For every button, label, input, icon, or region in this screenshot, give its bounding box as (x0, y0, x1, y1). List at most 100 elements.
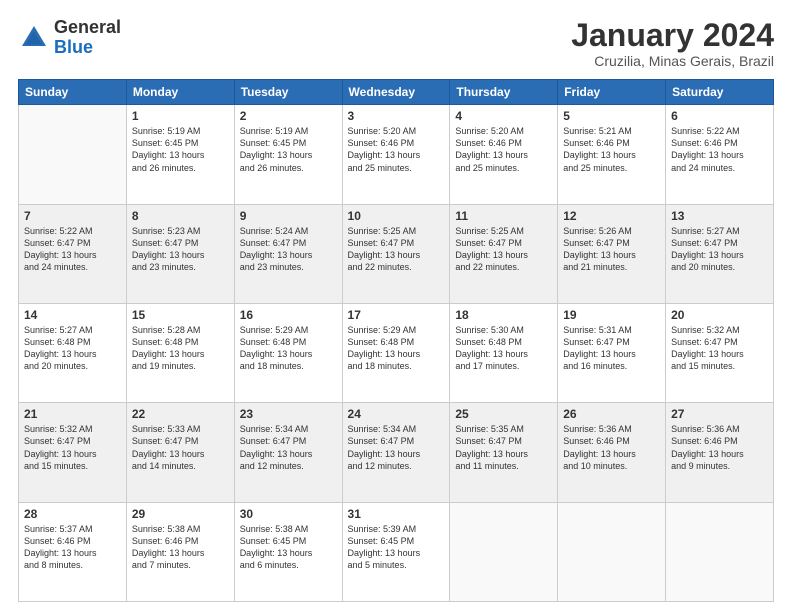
cell-content: Sunrise: 5:23 AMSunset: 6:47 PMDaylight:… (132, 225, 229, 274)
month-title: January 2024 (571, 18, 774, 53)
day-number: 5 (563, 109, 660, 123)
day-number: 28 (24, 507, 121, 521)
cell-content: Sunrise: 5:25 AMSunset: 6:47 PMDaylight:… (455, 225, 552, 274)
day-number: 6 (671, 109, 768, 123)
logo: General Blue (18, 18, 121, 58)
day-number: 10 (348, 209, 445, 223)
calendar-cell-w1-d2: 2 Sunrise: 5:19 AMSunset: 6:45 PMDaylight… (234, 105, 342, 204)
cell-content: Sunrise: 5:26 AMSunset: 6:47 PMDaylight:… (563, 225, 660, 274)
logo-general-text: General (54, 18, 121, 38)
logo-icon (18, 22, 50, 54)
day-number: 27 (671, 407, 768, 421)
cell-content: Sunrise: 5:38 AMSunset: 6:46 PMDaylight:… (132, 523, 229, 572)
weekday-header-row: Sunday Monday Tuesday Wednesday Thursday… (19, 80, 774, 105)
header-monday: Monday (126, 80, 234, 105)
cell-content: Sunrise: 5:30 AMSunset: 6:48 PMDaylight:… (455, 324, 552, 373)
day-number: 12 (563, 209, 660, 223)
cell-content: Sunrise: 5:28 AMSunset: 6:48 PMDaylight:… (132, 324, 229, 373)
calendar-cell-w1-d1: 1Sunrise: 5:19 AMSunset: 6:45 PMDaylight… (126, 105, 234, 204)
calendar-week-5: 28Sunrise: 5:37 AMSunset: 6:46 PMDayligh… (19, 502, 774, 601)
title-area: January 2024 Cruzilia, Minas Gerais, Bra… (571, 18, 774, 69)
day-number: 25 (455, 407, 552, 421)
day-number: 18 (455, 308, 552, 322)
day-number: 13 (671, 209, 768, 223)
calendar-cell-w1-d0 (19, 105, 127, 204)
calendar-cell-w2-d6: 13 Sunrise: 5:27 AMSunset: 6:47 PMDayligh… (666, 204, 774, 303)
calendar-week-2: 7 Sunrise: 5:22 AMSunset: 6:47 PMDaylight… (19, 204, 774, 303)
cell-content: Sunrise: 5:29 AMSunset: 6:48 PMDaylight:… (348, 324, 445, 373)
day-number: 7 (24, 209, 121, 223)
cell-content: Sunrise: 5:31 AMSunset: 6:47 PMDaylight:… (563, 324, 660, 373)
cell-content: Sunrise: 5:34 AMSunset: 6:47 PMDaylight:… (348, 423, 445, 472)
day-number: 26 (563, 407, 660, 421)
header-friday: Friday (558, 80, 666, 105)
cell-content: Sunrise: 5:36 AMSunset: 6:46 PMDaylight:… (563, 423, 660, 472)
calendar-cell-w2-d4: 11Sunrise: 5:25 AMSunset: 6:47 PMDayligh… (450, 204, 558, 303)
cell-content: Sunrise: 5:27 AMSunset: 6:48 PMDaylight:… (24, 324, 121, 373)
location: Cruzilia, Minas Gerais, Brazil (571, 53, 774, 69)
header-tuesday: Tuesday (234, 80, 342, 105)
calendar-cell-w4-d2: 23Sunrise: 5:34 AMSunset: 6:47 PMDayligh… (234, 403, 342, 502)
calendar-cell-w1-d4: 4Sunrise: 5:20 AMSunset: 6:46 PMDaylight… (450, 105, 558, 204)
header-sunday: Sunday (19, 80, 127, 105)
day-number: 19 (563, 308, 660, 322)
logo-text: General Blue (54, 18, 121, 58)
cell-content: Sunrise: 5:19 AMSunset: 6:45 PMDaylight:… (132, 125, 229, 174)
calendar-cell-w5-d4 (450, 502, 558, 601)
calendar-cell-w2-d1: 8 Sunrise: 5:23 AMSunset: 6:47 PMDaylight… (126, 204, 234, 303)
calendar-table: Sunday Monday Tuesday Wednesday Thursday… (18, 79, 774, 602)
cell-content: Sunrise: 5:24 AMSunset: 6:47 PMDaylight:… (240, 225, 337, 274)
page: General Blue January 2024 Cruzilia, Mina… (0, 0, 792, 612)
cell-content: Sunrise: 5:22 AMSunset: 6:47 PMDaylight:… (24, 225, 121, 274)
day-number: 24 (348, 407, 445, 421)
calendar-cell-w5-d0: 28Sunrise: 5:37 AMSunset: 6:46 PMDayligh… (19, 502, 127, 601)
cell-content: Sunrise: 5:25 AMSunset: 6:47 PMDaylight:… (348, 225, 445, 274)
calendar-cell-w2-d3: 10 Sunrise: 5:25 AMSunset: 6:47 PMDayligh… (342, 204, 450, 303)
header-wednesday: Wednesday (342, 80, 450, 105)
day-number: 9 (240, 209, 337, 223)
calendar-cell-w4-d5: 26 Sunrise: 5:36 AMSunset: 6:46 PMDayligh… (558, 403, 666, 502)
day-number: 29 (132, 507, 229, 521)
calendar-cell-w5-d6 (666, 502, 774, 601)
day-number: 21 (24, 407, 121, 421)
header-thursday: Thursday (450, 80, 558, 105)
cell-content: Sunrise: 5:27 AMSunset: 6:47 PMDaylight:… (671, 225, 768, 274)
calendar-week-3: 14Sunrise: 5:27 AMSunset: 6:48 PMDayligh… (19, 303, 774, 402)
calendar-cell-w5-d2: 30Sunrise: 5:38 AMSunset: 6:45 PMDayligh… (234, 502, 342, 601)
calendar-cell-w3-d6: 20Sunrise: 5:32 AMSunset: 6:47 PMDayligh… (666, 303, 774, 402)
cell-content: Sunrise: 5:20 AMSunset: 6:46 PMDaylight:… (348, 125, 445, 174)
calendar-cell-w3-d2: 16Sunrise: 5:29 AMSunset: 6:48 PMDayligh… (234, 303, 342, 402)
calendar-cell-w3-d5: 19 Sunrise: 5:31 AMSunset: 6:47 PMDayligh… (558, 303, 666, 402)
day-number: 22 (132, 407, 229, 421)
day-number: 2 (240, 109, 337, 123)
header: General Blue January 2024 Cruzilia, Mina… (18, 18, 774, 69)
calendar-cell-w5-d1: 29 Sunrise: 5:38 AMSunset: 6:46 PMDayligh… (126, 502, 234, 601)
calendar-cell-w5-d3: 31Sunrise: 5:39 AMSunset: 6:45 PMDayligh… (342, 502, 450, 601)
calendar-week-4: 21 Sunrise: 5:32 AMSunset: 6:47 PMDayligh… (19, 403, 774, 502)
day-number: 8 (132, 209, 229, 223)
cell-content: Sunrise: 5:19 AMSunset: 6:45 PMDaylight:… (240, 125, 337, 174)
calendar-cell-w3-d3: 17Sunrise: 5:29 AMSunset: 6:48 PMDayligh… (342, 303, 450, 402)
cell-content: Sunrise: 5:38 AMSunset: 6:45 PMDaylight:… (240, 523, 337, 572)
day-number: 23 (240, 407, 337, 421)
header-saturday: Saturday (666, 80, 774, 105)
cell-content: Sunrise: 5:36 AMSunset: 6:46 PMDaylight:… (671, 423, 768, 472)
logo-blue-text: Blue (54, 38, 121, 58)
calendar-week-1: 1Sunrise: 5:19 AMSunset: 6:45 PMDaylight… (19, 105, 774, 204)
calendar-cell-w4-d1: 22Sunrise: 5:33 AMSunset: 6:47 PMDayligh… (126, 403, 234, 502)
calendar-cell-w2-d0: 7 Sunrise: 5:22 AMSunset: 6:47 PMDaylight… (19, 204, 127, 303)
day-number: 15 (132, 308, 229, 322)
calendar-cell-w1-d3: 3 Sunrise: 5:20 AMSunset: 6:46 PMDaylight… (342, 105, 450, 204)
calendar-cell-w1-d5: 5Sunrise: 5:21 AMSunset: 6:46 PMDaylight… (558, 105, 666, 204)
calendar-cell-w3-d1: 15 Sunrise: 5:28 AMSunset: 6:48 PMDayligh… (126, 303, 234, 402)
day-number: 3 (348, 109, 445, 123)
calendar-cell-w1-d6: 6Sunrise: 5:22 AMSunset: 6:46 PMDaylight… (666, 105, 774, 204)
day-number: 16 (240, 308, 337, 322)
calendar-cell-w2-d2: 9 Sunrise: 5:24 AMSunset: 6:47 PMDaylight… (234, 204, 342, 303)
day-number: 31 (348, 507, 445, 521)
calendar-cell-w4-d0: 21 Sunrise: 5:32 AMSunset: 6:47 PMDayligh… (19, 403, 127, 502)
calendar-cell-w4-d4: 25Sunrise: 5:35 AMSunset: 6:47 PMDayligh… (450, 403, 558, 502)
calendar-cell-w2-d5: 12 Sunrise: 5:26 AMSunset: 6:47 PMDayligh… (558, 204, 666, 303)
calendar-cell-w4-d6: 27 Sunrise: 5:36 AMSunset: 6:46 PMDayligh… (666, 403, 774, 502)
cell-content: Sunrise: 5:32 AMSunset: 6:47 PMDaylight:… (24, 423, 121, 472)
